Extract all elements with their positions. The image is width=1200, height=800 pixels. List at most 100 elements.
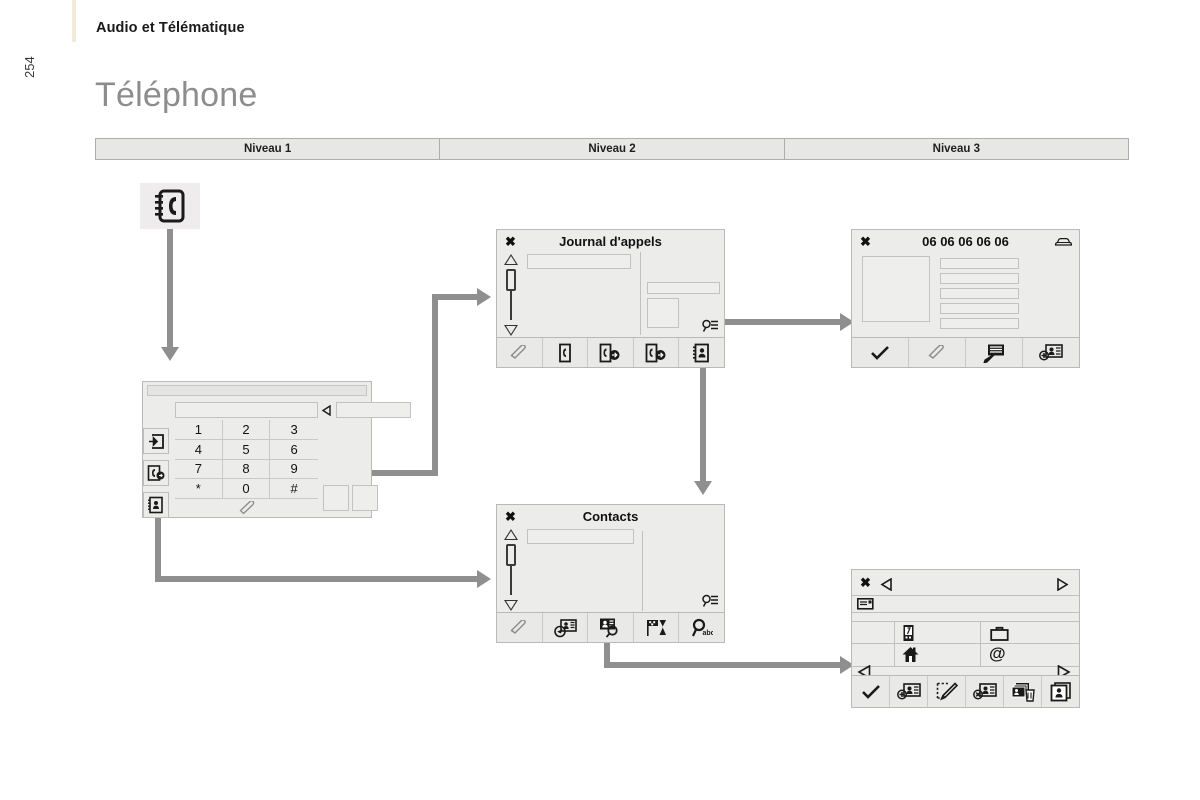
incoming-call-icon xyxy=(599,343,621,363)
contact-category-grid: @ xyxy=(852,621,1079,666)
prev-arrow-icon[interactable] xyxy=(880,578,894,591)
detail-line xyxy=(940,318,1019,329)
next-arrow-icon[interactable] xyxy=(1055,578,1069,591)
handset-icon xyxy=(927,345,947,360)
edit-number-button[interactable] xyxy=(966,338,1023,367)
call-log-selected-row[interactable] xyxy=(527,254,631,269)
search-abc-icon: abc xyxy=(691,618,713,638)
validate-button[interactable] xyxy=(852,676,890,707)
scrollbar[interactable] xyxy=(503,529,519,611)
keypad-extra-box-2[interactable] xyxy=(352,485,378,511)
contacts-screen: ✖ Contacts abc xyxy=(496,504,725,643)
edit-contact-button[interactable] xyxy=(928,676,966,707)
contacts-book-button[interactable] xyxy=(143,492,169,518)
add-contact-button[interactable] xyxy=(1023,338,1079,367)
call-log-button[interactable] xyxy=(143,460,169,486)
keypad-key[interactable]: 7 xyxy=(175,459,223,480)
keypad-key[interactable]: 6 xyxy=(270,440,318,460)
scroll-down-icon[interactable] xyxy=(504,600,518,611)
keypad-key[interactable]: 2 xyxy=(222,420,271,440)
call-button[interactable] xyxy=(497,613,543,642)
home-category[interactable] xyxy=(902,646,919,663)
call-log-toolbar xyxy=(497,337,724,367)
dial-entry-icon xyxy=(148,433,165,450)
handset-icon xyxy=(509,620,529,635)
briefcase-icon xyxy=(990,626,1009,641)
connector-journal-to-detail xyxy=(722,319,842,325)
telephone-keypad-screen: 1 2 3 4 5 6 7 8 9 * 0 # xyxy=(142,381,411,518)
detail-line xyxy=(940,288,1019,299)
detail-line xyxy=(940,258,1019,269)
mobile-category[interactable] xyxy=(902,624,915,642)
outgoing-call-icon xyxy=(645,343,667,363)
keypad-key[interactable]: 0 xyxy=(222,479,271,499)
call-detail-toolbar xyxy=(852,337,1079,367)
keypad-key[interactable]: 9 xyxy=(270,460,318,480)
mobile-phone-icon xyxy=(902,624,915,642)
work-category[interactable] xyxy=(990,626,1009,641)
at-sign-icon: @ xyxy=(989,644,1006,663)
delete-contact-button[interactable] xyxy=(966,676,1004,707)
house-icon xyxy=(902,646,919,663)
breadcrumb: Audio et Télématique xyxy=(96,20,245,36)
call-button[interactable] xyxy=(497,338,543,367)
dial-entry-button[interactable] xyxy=(143,428,169,454)
search-list-icon[interactable] xyxy=(702,318,719,333)
search-list-icon[interactable] xyxy=(702,593,719,608)
back-triangle-icon[interactable] xyxy=(321,405,332,416)
alpha-search-button[interactable]: abc xyxy=(679,613,724,642)
outgoing-calls-button[interactable] xyxy=(634,338,680,367)
svg-text:abc: abc xyxy=(702,630,713,637)
memory-button[interactable] xyxy=(1042,676,1079,707)
telephone-app-icon-tile[interactable] xyxy=(140,183,200,229)
connector-keypad-to-journal-v xyxy=(432,294,438,476)
add-contact-button[interactable] xyxy=(890,676,928,707)
scrollbar[interactable] xyxy=(503,254,519,336)
level-header-table: Niveau 1 Niveau 2 Niveau 3 xyxy=(95,138,1129,160)
call-log-detail-line xyxy=(647,282,720,294)
contacts-button[interactable] xyxy=(679,338,724,367)
keypad-grid: 1 2 3 4 5 6 7 8 9 * 0 # xyxy=(175,420,318,499)
keypad-number-display xyxy=(175,402,318,418)
contacts-title: Contacts xyxy=(582,509,639,524)
call-detail-title: 06 06 06 06 06 xyxy=(922,234,1009,249)
keypad-key[interactable]: 8 xyxy=(222,459,271,480)
keypad-call-row[interactable] xyxy=(175,499,318,516)
delete-all-button[interactable] xyxy=(1004,676,1042,707)
edit-contact-icon xyxy=(936,681,958,702)
scroll-thumb[interactable] xyxy=(506,544,516,566)
check-icon xyxy=(870,345,890,361)
send-contact-button[interactable] xyxy=(543,613,589,642)
close-icon[interactable]: ✖ xyxy=(860,576,871,589)
level-header-1: Niveau 1 xyxy=(96,139,441,159)
validate-button[interactable] xyxy=(852,338,909,367)
keypad-key[interactable]: 3 xyxy=(270,420,318,440)
keypad-contact-display xyxy=(336,402,411,418)
arrow-app-to-keypad xyxy=(161,347,179,361)
keypad-key[interactable]: 4 xyxy=(175,439,223,460)
keypad-key[interactable]: 5 xyxy=(222,439,271,460)
add-contact-icon xyxy=(1039,343,1063,362)
scroll-up-icon[interactable] xyxy=(504,254,518,265)
call-detail-screen: ✖ 06 06 06 06 06 xyxy=(851,229,1080,368)
keypad-key[interactable]: * xyxy=(175,479,223,499)
call-button[interactable] xyxy=(909,338,966,367)
name-card-icon xyxy=(857,598,874,610)
sort-contacts-button[interactable] xyxy=(634,613,680,642)
connector-keypad-to-contacts-v xyxy=(155,512,161,579)
contacts-selected-row[interactable] xyxy=(527,529,634,544)
scroll-thumb[interactable] xyxy=(506,269,516,291)
scroll-up-icon[interactable] xyxy=(504,529,518,540)
page-root: Audio et Télématique 254 Téléphone Nivea… xyxy=(0,0,1200,800)
search-contact-button[interactable] xyxy=(588,613,634,642)
keypad-key[interactable]: 1 xyxy=(175,420,223,440)
email-category[interactable]: @ xyxy=(989,645,1006,664)
sort-contacts-icon xyxy=(646,618,667,638)
scroll-down-icon[interactable] xyxy=(504,325,518,336)
all-calls-button[interactable] xyxy=(543,338,589,367)
incoming-calls-button[interactable] xyxy=(588,338,634,367)
keypad-key[interactable]: # xyxy=(270,479,318,499)
keypad-extra-box-1[interactable] xyxy=(323,485,349,511)
level-header-3: Niveau 3 xyxy=(932,143,980,155)
contacts-book-icon xyxy=(147,496,165,514)
